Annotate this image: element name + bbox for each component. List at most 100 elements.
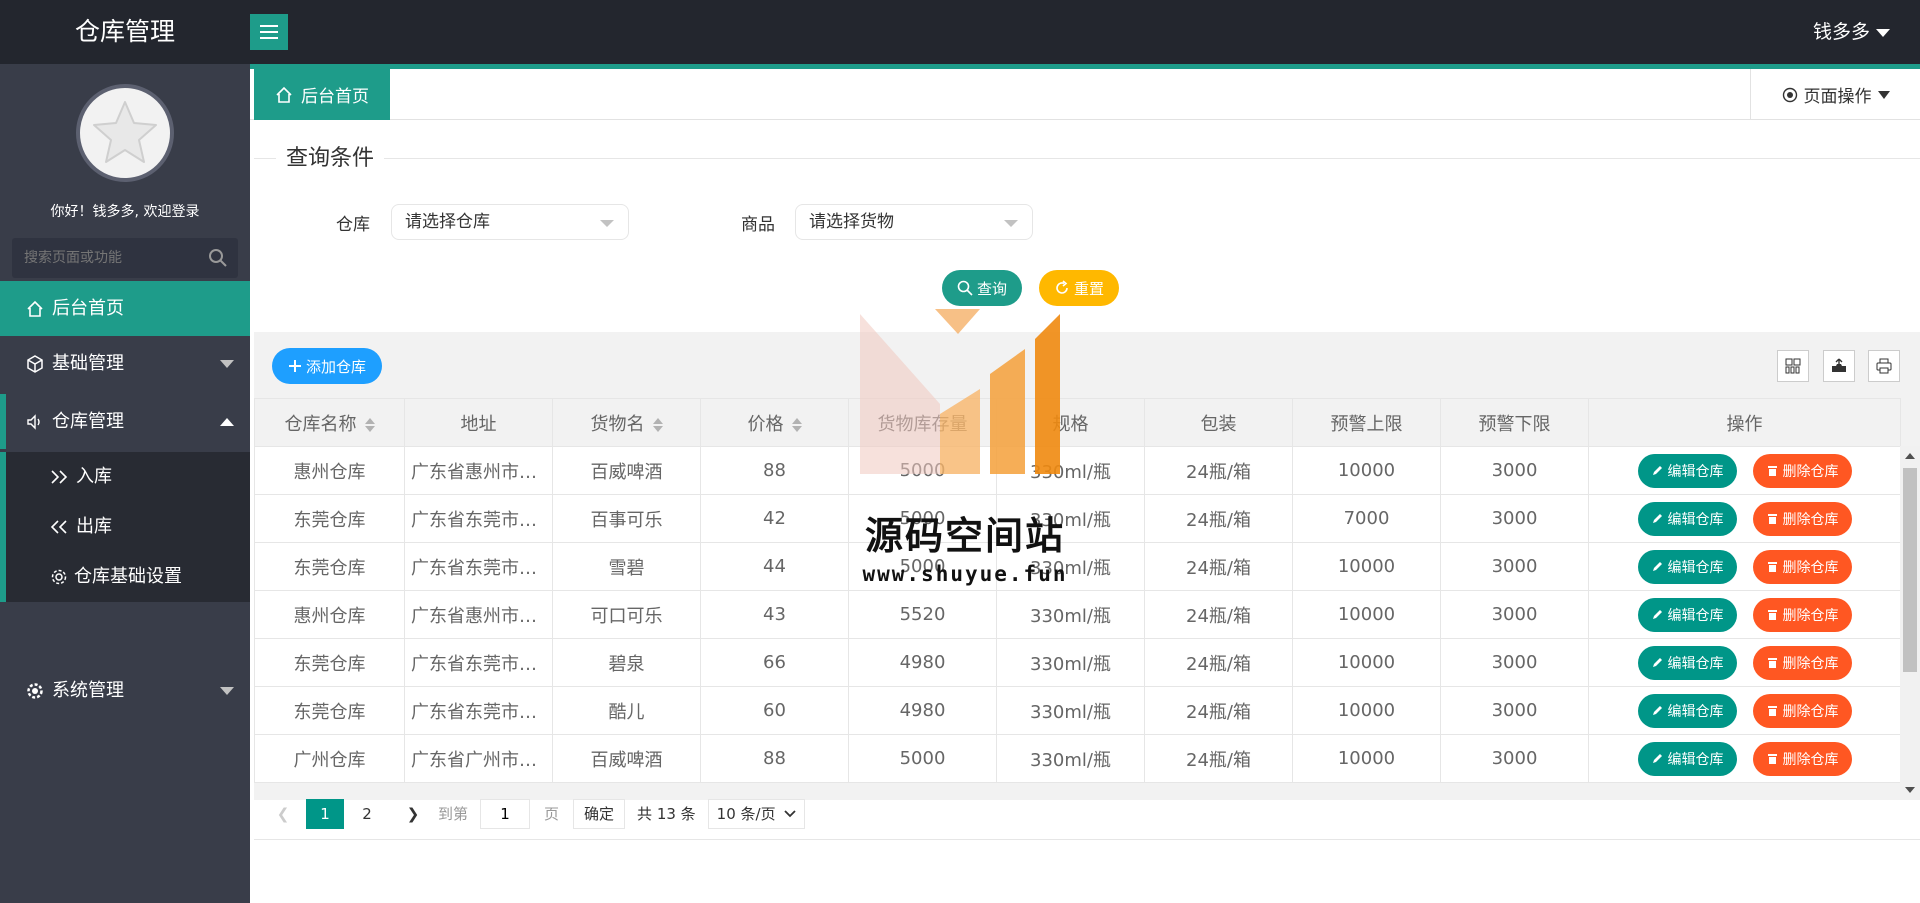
menu-toggle-button[interactable]: [250, 14, 288, 50]
table-cell: 百威啤酒: [552, 446, 701, 495]
table-cell: 24瓶/箱: [1144, 734, 1293, 783]
sort-icon[interactable]: [364, 417, 375, 432]
sort-icon[interactable]: [791, 417, 802, 432]
delete-warehouse-button[interactable]: 删除仓库: [1752, 453, 1852, 488]
edit-warehouse-button[interactable]: 编辑仓库: [1637, 501, 1737, 536]
app-title: 仓库管理: [74, 17, 175, 46]
table-cell: 广州仓库: [254, 734, 405, 783]
pencil-icon: [1652, 754, 1662, 763]
prev-page-icon[interactable]: ❮: [268, 799, 298, 829]
table-cell: 5000: [848, 734, 997, 783]
export-icon: [1832, 358, 1846, 372]
table-cell: 5520: [848, 590, 997, 639]
avatar[interactable]: [76, 84, 174, 182]
goto-page-input[interactable]: [480, 798, 531, 829]
row-actions: 编辑仓库 删除仓库: [1588, 542, 1901, 591]
goto-confirm-button[interactable]: 确定: [573, 798, 626, 829]
sidebar-item-basic[interactable]: 基础管理: [0, 336, 250, 391]
sidebar-item-system[interactable]: 系统管理: [0, 663, 250, 718]
column-header-goods-name[interactable]: 货物名: [552, 398, 701, 447]
page-current[interactable]: 1: [306, 798, 344, 829]
export-button[interactable]: [1823, 350, 1855, 382]
column-header-alert-max: 预警上限: [1292, 398, 1441, 447]
columns-filter-button[interactable]: [1777, 350, 1809, 382]
sidebar-item-label: 系统管理: [52, 680, 124, 701]
table-row[interactable]: 东莞仓库广东省东莞市南城区碧泉664980330ml/瓶24瓶/箱1000030…: [254, 638, 1901, 687]
edit-warehouse-button[interactable]: 编辑仓库: [1637, 453, 1737, 488]
trash-icon: [1767, 610, 1777, 620]
table-cell: 3000: [1440, 590, 1589, 639]
page-size-select[interactable]: 10 条/页: [707, 798, 805, 829]
table-cell: 88: [700, 734, 849, 783]
column-header-price[interactable]: 价格: [700, 398, 849, 447]
sidebar-item-label: 仓库管理: [52, 411, 124, 432]
goods-select[interactable]: 请选择货物: [795, 204, 1033, 240]
column-header-warehouse-name[interactable]: 仓库名称: [254, 398, 405, 447]
page-link[interactable]: 2: [352, 799, 382, 829]
table-cell: 88: [700, 446, 849, 495]
sort-icon[interactable]: [652, 417, 663, 432]
table-cell: 3000: [1440, 686, 1589, 735]
chevron-up-icon: [220, 418, 234, 426]
home-icon: [27, 300, 43, 317]
sidebar-subitem-outbound[interactable]: 出库: [6, 502, 250, 552]
table-row[interactable]: 东莞仓库广东省东莞市南城区酷儿604980330ml/瓶24瓶/箱1000030…: [254, 686, 1901, 735]
table-cell: 广东省东莞市南城区: [404, 638, 553, 687]
table-cell: 330ml/瓶: [996, 446, 1145, 495]
warehouse-select[interactable]: 请选择仓库: [391, 204, 629, 240]
table-row[interactable]: 广州仓库广东省广州市天河区百威啤酒885000330ml/瓶24瓶/箱10000…: [254, 734, 1901, 783]
table-scrollbar[interactable]: [1900, 446, 1920, 800]
table-row[interactable]: 惠州仓库广东省惠州市惠城区百威啤酒885000330ml/瓶24瓶/箱10000…: [254, 446, 1901, 495]
search-button[interactable]: 查询: [942, 270, 1022, 306]
trash-icon: [1767, 658, 1777, 668]
scroll-up-icon[interactable]: [1905, 453, 1915, 459]
sidebar-item-warehouse[interactable]: 仓库管理: [0, 394, 250, 449]
table-cell: 5000: [848, 446, 997, 495]
table-cell: 东莞仓库: [254, 686, 405, 735]
delete-warehouse-button[interactable]: 删除仓库: [1752, 741, 1852, 776]
table-cell: 百威啤酒: [552, 734, 701, 783]
table-cell: 广东省惠州市惠城区: [404, 446, 553, 495]
warehouse-table: 仓库名称 地址 货物名 价格 货物库存量 规格 包装 预警上限 预警下限 操作 …: [254, 398, 1901, 783]
chevron-down-icon: [220, 360, 234, 368]
table-cell: 24瓶/箱: [1144, 590, 1293, 639]
warehouse-label: 仓库: [336, 215, 370, 235]
hamburger-icon: [260, 25, 278, 39]
edit-warehouse-button[interactable]: 编辑仓库: [1637, 741, 1737, 776]
tab-home[interactable]: 后台首页: [254, 69, 390, 120]
delete-warehouse-button[interactable]: 删除仓库: [1752, 645, 1852, 680]
user-name: 钱多多: [1812, 21, 1870, 43]
page-operations-dropdown[interactable]: 页面操作: [1750, 69, 1920, 120]
radio-dot-icon: [1782, 87, 1797, 102]
edit-warehouse-button[interactable]: 编辑仓库: [1637, 693, 1737, 728]
delete-warehouse-button[interactable]: 删除仓库: [1752, 693, 1852, 728]
reset-button[interactable]: 重置: [1039, 270, 1119, 306]
delete-warehouse-button[interactable]: 删除仓库: [1752, 597, 1852, 632]
row-actions: 编辑仓库 删除仓库: [1588, 446, 1901, 495]
delete-warehouse-button[interactable]: 删除仓库: [1752, 501, 1852, 536]
search-icon[interactable]: [208, 248, 228, 268]
print-button[interactable]: [1868, 350, 1900, 382]
add-warehouse-button[interactable]: 添加仓库: [272, 348, 382, 384]
trash-icon: [1767, 754, 1777, 764]
sidebar-subitem-inbound[interactable]: 入库: [6, 452, 250, 502]
next-page-icon[interactable]: ❯: [398, 799, 428, 829]
pencil-icon: [1652, 466, 1662, 475]
table-row[interactable]: 惠州仓库广东省惠州市惠城区可口可乐435520330ml/瓶24瓶/箱10000…: [254, 590, 1901, 639]
total-count: 共 13 条: [637, 805, 696, 823]
delete-label: 删除仓库: [1782, 607, 1839, 624]
search-input[interactable]: [12, 238, 192, 278]
sidebar-subitem-label: 入库: [76, 466, 112, 487]
table-cell: 10000: [1292, 638, 1441, 687]
main-content: 查询条件 仓库 请选择仓库 商品 请选择货物 查询 重置 添加仓库 仓库名称 地…: [254, 120, 1920, 903]
edit-warehouse-button[interactable]: 编辑仓库: [1637, 597, 1737, 632]
sidebar-item-home[interactable]: 后台首页: [0, 281, 250, 336]
delete-warehouse-button[interactable]: 删除仓库: [1752, 549, 1852, 584]
edit-warehouse-button[interactable]: 编辑仓库: [1637, 549, 1737, 584]
scrollbar-thumb[interactable]: [1903, 468, 1917, 672]
user-menu[interactable]: 钱多多: [1813, 0, 1890, 64]
table-cell: 4980: [848, 686, 997, 735]
edit-warehouse-button[interactable]: 编辑仓库: [1637, 645, 1737, 680]
table-cell: 惠州仓库: [254, 590, 405, 639]
sidebar-subitem-settings[interactable]: 仓库基础设置: [6, 552, 250, 602]
